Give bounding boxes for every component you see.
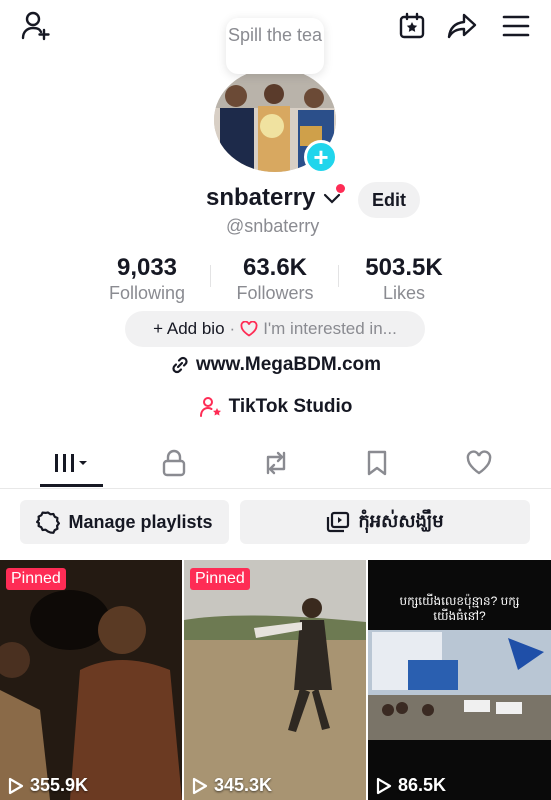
video-thumbnail-1[interactable]: Pinned 355.9K bbox=[0, 560, 182, 800]
tab-saved[interactable] bbox=[342, 440, 412, 486]
person-star-icon bbox=[199, 397, 221, 417]
playlist-label: កុំអស់សង្ឃឹម bbox=[358, 510, 444, 531]
playlist-play-icon bbox=[327, 511, 350, 533]
add-avatar-button[interactable]: + bbox=[304, 140, 338, 174]
tiktok-studio-label: TikTok Studio bbox=[228, 396, 353, 417]
profile-tabs bbox=[0, 440, 551, 489]
tab-reposts[interactable] bbox=[241, 440, 311, 486]
video-thumbnail-3[interactable]: បក្សយើងលេខប៉ុន្មាន? បក្សយើងធំនៅ? 86.5K bbox=[368, 560, 551, 800]
view-count-value: 86.5K bbox=[398, 775, 447, 795]
link-icon bbox=[172, 356, 188, 374]
status-bubble[interactable]: Spill the tea bbox=[226, 18, 324, 74]
heart-outline-icon bbox=[240, 321, 258, 337]
playlist-button[interactable]: កុំអស់សង្ឃឹម bbox=[240, 500, 530, 544]
view-count: 355.9K bbox=[8, 775, 88, 796]
grid-bars-icon bbox=[55, 454, 87, 472]
stat-divider bbox=[338, 265, 339, 287]
stat-value: 9,033 bbox=[116, 254, 178, 281]
website-link[interactable]: www.MegaBDM.com bbox=[0, 354, 551, 376]
play-outline-icon bbox=[376, 777, 392, 794]
add-friend-button[interactable] bbox=[16, 8, 56, 44]
manage-playlists-label: Manage playlists bbox=[68, 511, 213, 532]
edit-profile-button[interactable]: Edit bbox=[358, 182, 420, 218]
username-row[interactable]: snbaterry bbox=[206, 184, 345, 212]
chevron-down-icon bbox=[323, 193, 341, 204]
view-count: 86.5K bbox=[376, 775, 446, 796]
bookmark-icon bbox=[367, 450, 387, 476]
view-count-value: 345.3K bbox=[214, 775, 273, 795]
favorites-button[interactable] bbox=[392, 8, 432, 44]
calendar-star-icon bbox=[399, 12, 425, 39]
video-thumbnail-2[interactable]: Pinned 345.3K bbox=[184, 560, 366, 800]
stat-divider bbox=[210, 265, 211, 287]
add-bio-label[interactable]: + Add bio bbox=[153, 319, 224, 339]
view-count: 345.3K bbox=[192, 775, 272, 796]
play-outline-icon bbox=[192, 777, 208, 794]
share-profile-button[interactable] bbox=[442, 8, 482, 44]
stat-followers[interactable]: 63.6K Followers bbox=[220, 254, 330, 304]
bio-pill[interactable]: + Add bio · I'm interested in... bbox=[125, 311, 425, 347]
pinned-badge: Pinned bbox=[6, 568, 66, 590]
username: snbaterry bbox=[206, 184, 316, 211]
menu-button[interactable] bbox=[496, 8, 536, 44]
website-url: www.MegaBDM.com bbox=[195, 354, 382, 375]
repost-icon bbox=[266, 451, 286, 475]
tab-private[interactable] bbox=[139, 440, 209, 486]
stat-label: Following bbox=[108, 283, 186, 303]
tiktok-studio-link[interactable]: TikTok Studio bbox=[0, 396, 551, 418]
share-arrow-icon bbox=[447, 13, 477, 39]
gear-icon bbox=[36, 511, 61, 534]
notification-dot bbox=[336, 184, 345, 193]
play-outline-icon bbox=[8, 777, 24, 794]
stat-label: Likes bbox=[382, 283, 426, 303]
stat-following[interactable]: 9,033 Following bbox=[92, 254, 202, 304]
stat-value: 63.6K bbox=[242, 254, 308, 281]
tab-videos[interactable] bbox=[36, 440, 106, 486]
hamburger-menu-icon bbox=[502, 15, 530, 37]
interests-label[interactable]: I'm interested in... bbox=[263, 319, 397, 339]
manage-playlists-button[interactable]: Manage playlists bbox=[20, 500, 229, 544]
stat-label: Followers bbox=[236, 283, 314, 303]
bio-separator: · bbox=[229, 319, 236, 338]
video-caption: បក្សយើងលេខប៉ុន្មាន? បក្សយើងធំនៅ? bbox=[399, 594, 520, 623]
heart-icon bbox=[466, 450, 492, 475]
user-handle: @snbaterry bbox=[226, 216, 320, 236]
active-tab-indicator bbox=[40, 484, 103, 487]
view-count-value: 355.9K bbox=[30, 775, 89, 795]
pinned-badge: Pinned bbox=[190, 568, 250, 590]
person-plus-icon bbox=[21, 11, 50, 41]
stat-likes[interactable]: 503.5K Likes bbox=[349, 254, 459, 304]
lock-icon bbox=[162, 449, 186, 477]
stat-value: 503.5K bbox=[365, 254, 443, 281]
tab-liked[interactable] bbox=[444, 440, 514, 486]
status-bubble-text: Spill the tea bbox=[227, 25, 323, 45]
